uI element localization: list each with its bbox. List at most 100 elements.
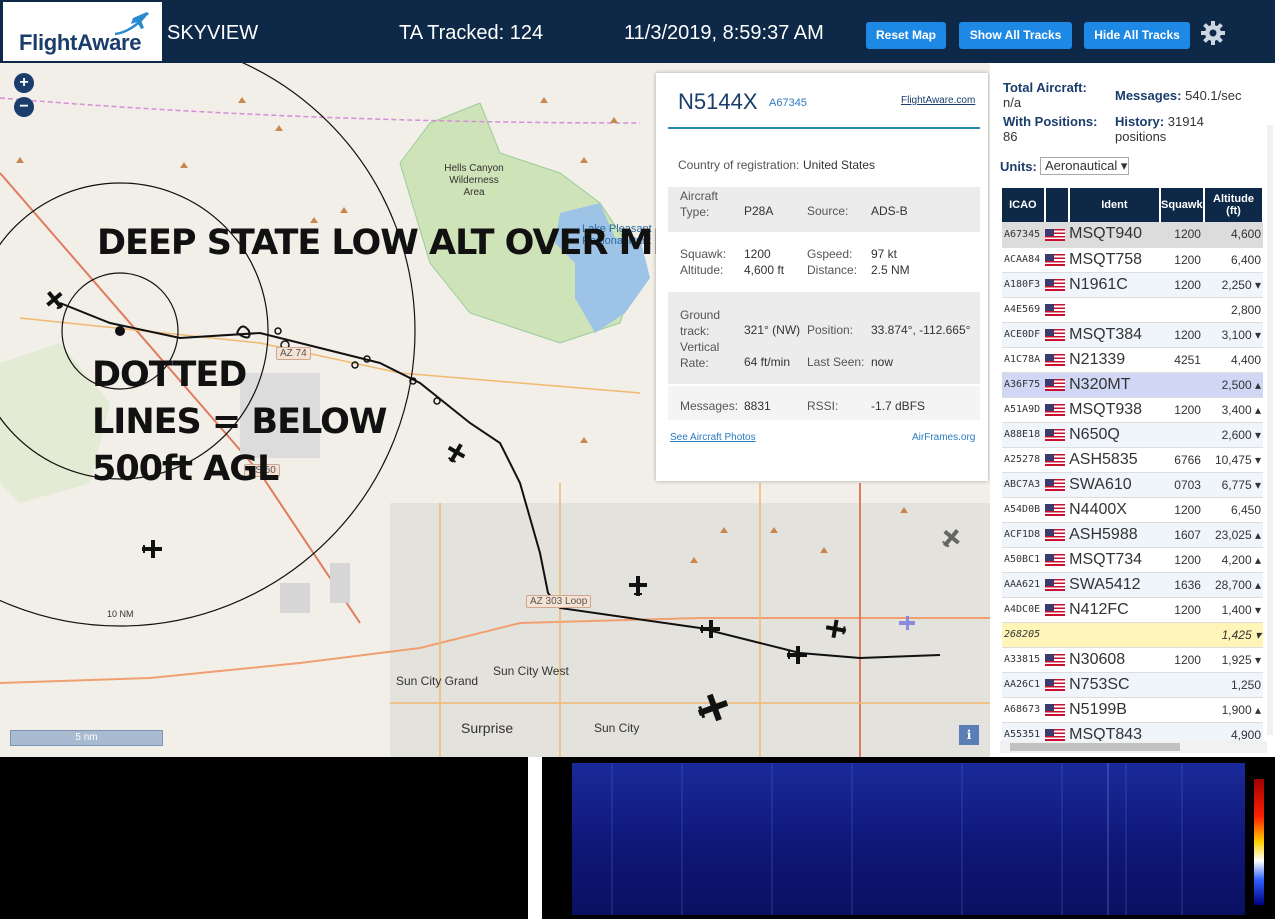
units-select[interactable]: Aeronautical ▾ (1040, 157, 1129, 175)
row-icao: ABC7A3 (1002, 472, 1045, 498)
col-squawk[interactable]: Squawk (1159, 188, 1205, 222)
label-sun-city-west: Sun City West (493, 664, 569, 678)
row-squawk: 1636 (1159, 572, 1204, 598)
col-flag (1044, 188, 1071, 222)
us-flag-icon (1044, 354, 1065, 367)
row-ident: N320MT (1069, 372, 1160, 398)
table-row[interactable]: A67345 MSQT940 1200 4,600 (1002, 222, 1263, 248)
table-row[interactable]: ACE0DF MSQT384 1200 3,100 ▾ (1002, 322, 1263, 348)
row-icao: AAA621 (1002, 572, 1045, 598)
total-aircraft-value: n/a (1003, 95, 1022, 110)
row-icao: A180F3 (1002, 272, 1045, 298)
flightaware-link[interactable]: FlightAware.com (901, 95, 975, 106)
row-icao: A68673 (1002, 697, 1045, 723)
with-positions-label: With Positions: (1003, 114, 1098, 129)
table-row[interactable]: A36F75 N320MT 2,500 ▴ (1002, 372, 1263, 398)
table-row[interactable]: A50BC1 MSQT734 1200 4,200 ▴ (1002, 547, 1263, 573)
row-squawk: 1200 (1159, 647, 1204, 673)
country-label: Country of registration: (678, 158, 800, 172)
row-squawk (1159, 422, 1204, 448)
aircraft-photos-link[interactable]: See Aircraft Photos (670, 432, 756, 443)
table-row[interactable]: AA26C1 N753SC 1,250 (1002, 672, 1263, 698)
reset-map-button[interactable]: Reset Map (866, 22, 946, 49)
row-icao: A36F75 (1002, 372, 1045, 398)
logo-plane-icon (114, 12, 149, 36)
messages-rate-value: 540.1/sec (1185, 88, 1242, 103)
table-row[interactable]: ACF1D8 ASH5988 1607 23,025 ▴ (1002, 522, 1263, 548)
row-ident: N30608 (1069, 647, 1160, 673)
label-sun-city-grand: Sun City Grand (396, 674, 479, 688)
table-row[interactable]: A54D0B N4400X 1200 6,450 (1002, 497, 1263, 523)
country-value: United States (803, 158, 876, 172)
us-flag-icon (1044, 329, 1065, 342)
distance-value: 2.5 NM (871, 263, 910, 277)
row-altitude: 1,900 ▴ (1203, 697, 1263, 723)
squawk-label: Squawk: (680, 247, 727, 261)
row-squawk: 1200 (1159, 597, 1204, 623)
table-row[interactable]: A51A9D MSQT938 1200 3,400 ▴ (1002, 397, 1263, 423)
rssi-label: RSSI: (807, 399, 839, 413)
distance-label: Distance: (807, 263, 858, 277)
row-altitude: 2,250 ▾ (1203, 272, 1263, 298)
vrate-label: Vertical Rate: (680, 340, 720, 370)
table-horizontal-scrollbar[interactable] (1000, 741, 1267, 753)
airframes-link[interactable]: AirFrames.org (912, 432, 975, 443)
us-flag-icon (1044, 379, 1065, 392)
row-icao: A67345 (1002, 222, 1045, 248)
col-icao[interactable]: ICAO (1002, 188, 1046, 222)
table-row[interactable]: ABC7A3 SWA610 0703 6,775 ▾ (1002, 472, 1263, 498)
flightaware-logo[interactable]: FlightAware (3, 2, 162, 61)
row-flag (1044, 297, 1070, 323)
show-all-tracks-button[interactable]: Show All Tracks (959, 22, 1072, 49)
altitude-value: 4,600 ft (744, 263, 785, 277)
row-altitude: 2,800 (1203, 297, 1263, 323)
us-flag-icon (1044, 404, 1065, 417)
row-icao: A4DC0E (1002, 597, 1045, 623)
row-altitude: 6,450 (1203, 497, 1263, 523)
type-value: P28A (744, 204, 774, 218)
row-ident: SWA610 (1069, 472, 1160, 498)
row-icao: 268205 (1002, 622, 1045, 648)
table-row[interactable]: A33815 N30608 1200 1,925 ▾ (1002, 647, 1263, 673)
table-row[interactable]: A4DC0E N412FC 1200 1,400 ▾ (1002, 597, 1263, 623)
scroll-thumb[interactable] (1010, 743, 1180, 751)
table-row[interactable]: AAA621 SWA5412 1636 28,700 ▴ (1002, 572, 1263, 598)
row-icao: A4E569 (1002, 297, 1045, 323)
row-squawk (1159, 697, 1204, 723)
zoom-out-button[interactable]: − (14, 97, 34, 117)
col-altitude[interactable]: Altitude (ft) (1203, 188, 1265, 222)
row-icao: ACE0DF (1002, 322, 1045, 348)
us-flag-icon (1044, 579, 1065, 592)
current-datetime: 11/3/2019, 8:59:37 AM (624, 22, 824, 44)
table-row[interactable]: A1C78A N21339 4251 4,400 (1002, 347, 1263, 373)
table-row[interactable]: A180F3 N1961C 1200 2,250 ▾ (1002, 272, 1263, 298)
table-row[interactable]: A4E569 2,800 (1002, 297, 1263, 323)
info-icon[interactable]: i (959, 725, 979, 745)
table-row[interactable]: A25278 ASH5835 6766 10,475 ▾ (1002, 447, 1263, 473)
popup-divider (668, 127, 980, 129)
table-row[interactable]: 268205 1,425 ▾ (1002, 622, 1263, 648)
us-flag-icon (1044, 229, 1065, 242)
units-label: Units: (1000, 159, 1037, 174)
row-squawk (1159, 672, 1204, 698)
table-row[interactable]: A88E18 N650Q 2,600 ▾ (1002, 422, 1263, 448)
row-altitude: 4,400 (1203, 347, 1263, 373)
gear-icon[interactable] (1200, 20, 1226, 46)
us-flag-icon (1044, 429, 1065, 442)
zoom-in-button[interactable]: + (14, 73, 34, 93)
popup-ident: N5144X (678, 89, 758, 114)
table-row[interactable]: A68673 N5199B 1,900 ▴ (1002, 697, 1263, 723)
row-altitude: 1,400 ▾ (1203, 597, 1263, 623)
overlay-title: DEEP STATE LOW ALT OVER ME (97, 223, 676, 263)
ring-label-10nm: 10 NM (107, 609, 134, 619)
popup-icao: A67345 (769, 97, 807, 109)
col-ident[interactable]: Ident (1069, 188, 1161, 222)
table-vertical-scrollbar[interactable] (1267, 125, 1273, 735)
row-icao: A54D0B (1002, 497, 1045, 523)
row-altitude: 28,700 ▴ (1203, 572, 1263, 598)
table-row[interactable]: ACAA84 MSQT758 1200 6,400 (1002, 247, 1263, 273)
hide-all-tracks-button[interactable]: Hide All Tracks (1084, 22, 1190, 49)
row-squawk: 1200 (1159, 247, 1204, 273)
row-ident: N753SC (1069, 672, 1160, 698)
altitude-label: Altitude: (680, 263, 724, 277)
